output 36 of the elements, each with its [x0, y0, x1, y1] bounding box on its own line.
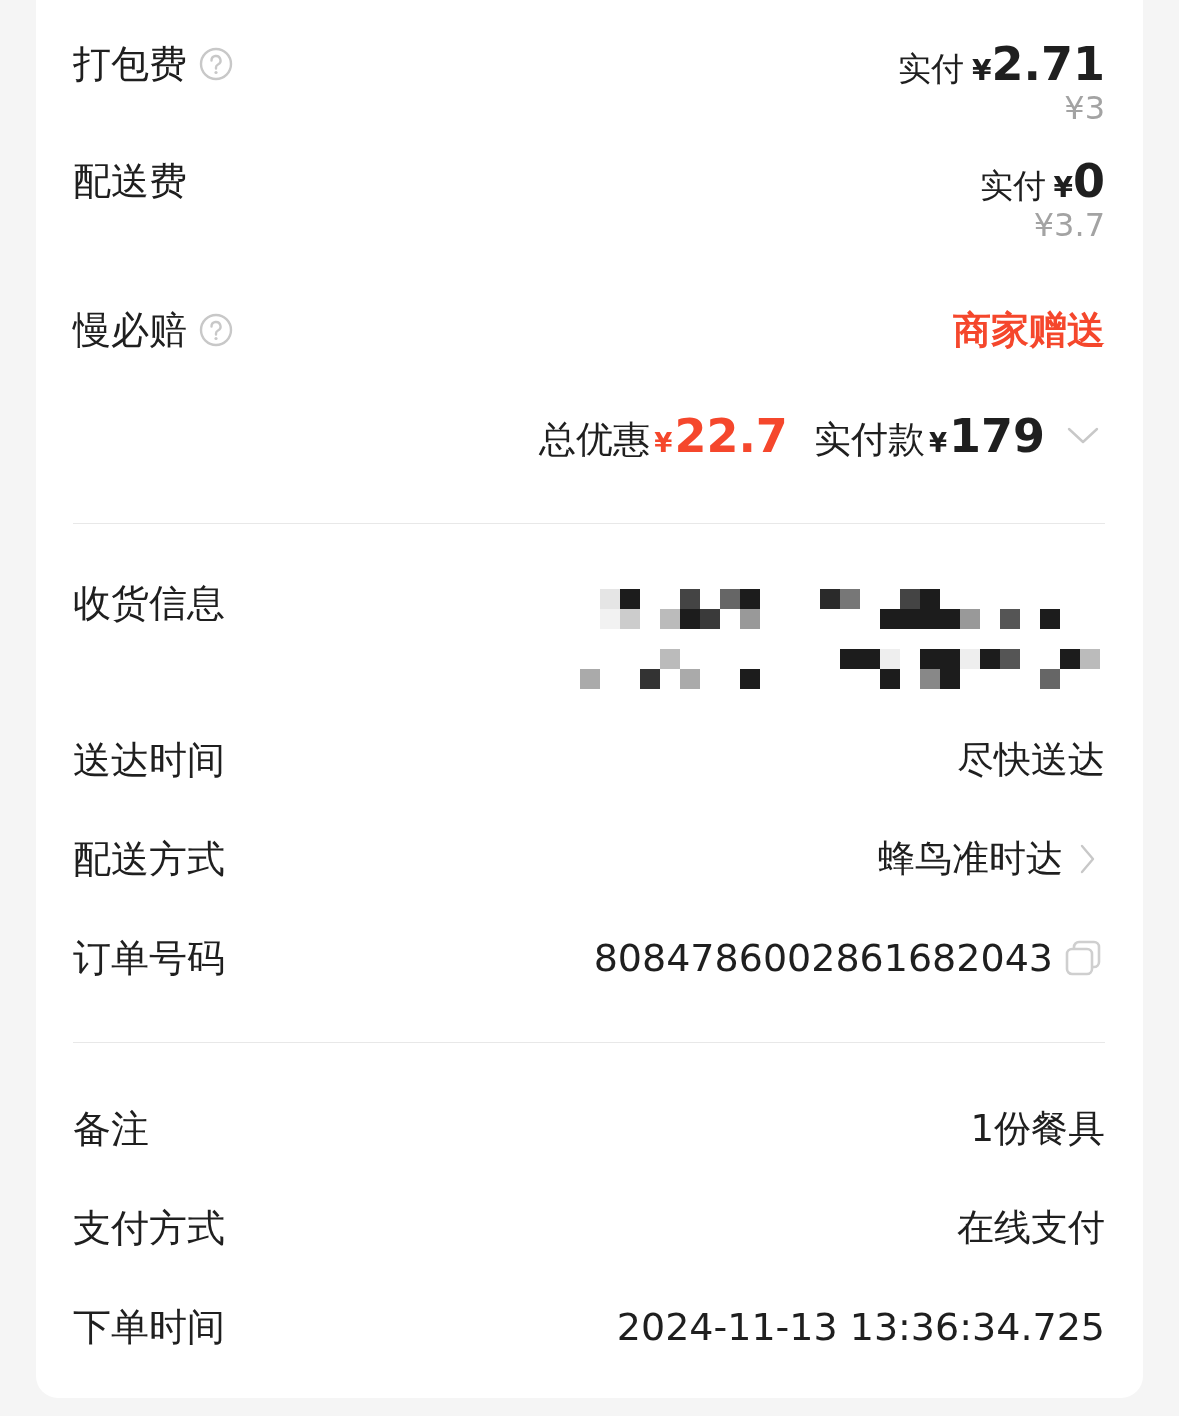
currency-symbol: ¥ — [972, 54, 992, 87]
currency-symbol: ¥ — [1053, 171, 1073, 204]
help-icon[interactable] — [199, 47, 233, 81]
original-price: ¥3.7 — [1033, 205, 1105, 245]
info-value: 在线支付 — [957, 1204, 1105, 1251]
chevron-icon[interactable] — [1067, 426, 1099, 446]
currency-symbol: ¥ — [654, 428, 673, 458]
fee-label: 慢必赔 — [73, 307, 187, 354]
info-value: 尽快送达 — [957, 736, 1105, 783]
info-label: 备注 — [73, 1105, 149, 1153]
info-label: 支付方式 — [73, 1204, 225, 1252]
info-value: 2024-11-13 13:36:34.725 — [616, 1303, 1105, 1351]
info-label: 订单号码 — [73, 934, 225, 982]
fee-label: 打包费 — [73, 41, 187, 88]
discount-amount: 22.7 — [674, 412, 788, 460]
info-label: 送达时间 — [73, 736, 225, 784]
info-label: 下单时间 — [73, 1303, 225, 1351]
fee-label: 配送费 — [73, 158, 187, 205]
copy-icon[interactable] — [1065, 939, 1101, 976]
chevron-right-icon[interactable] — [1079, 842, 1095, 875]
currency-symbol: ¥ — [928, 428, 947, 458]
delivery-method-link[interactable]: 蜂鸟准时达 — [878, 834, 1063, 883]
paid-amount: 2.71 — [991, 40, 1105, 88]
total-amount: 179 — [948, 412, 1045, 460]
info-label: 配送方式 — [73, 835, 225, 883]
paid-amount: 0 — [1073, 157, 1105, 205]
paid-label: 实付 — [898, 48, 964, 90]
discount-label: 总优惠 — [539, 417, 651, 463]
paid-label: 实付 — [979, 165, 1046, 207]
total-label: 实付款 — [813, 417, 925, 463]
promo-text: 商家赠送 — [953, 307, 1105, 354]
help-icon[interactable] — [199, 313, 233, 347]
info-label: 收货信息 — [73, 580, 225, 627]
order-number: 8084786002861682043 — [593, 934, 1053, 982]
info-value: 1份餐具 — [970, 1105, 1105, 1152]
original-price: ¥3 — [1064, 88, 1105, 128]
